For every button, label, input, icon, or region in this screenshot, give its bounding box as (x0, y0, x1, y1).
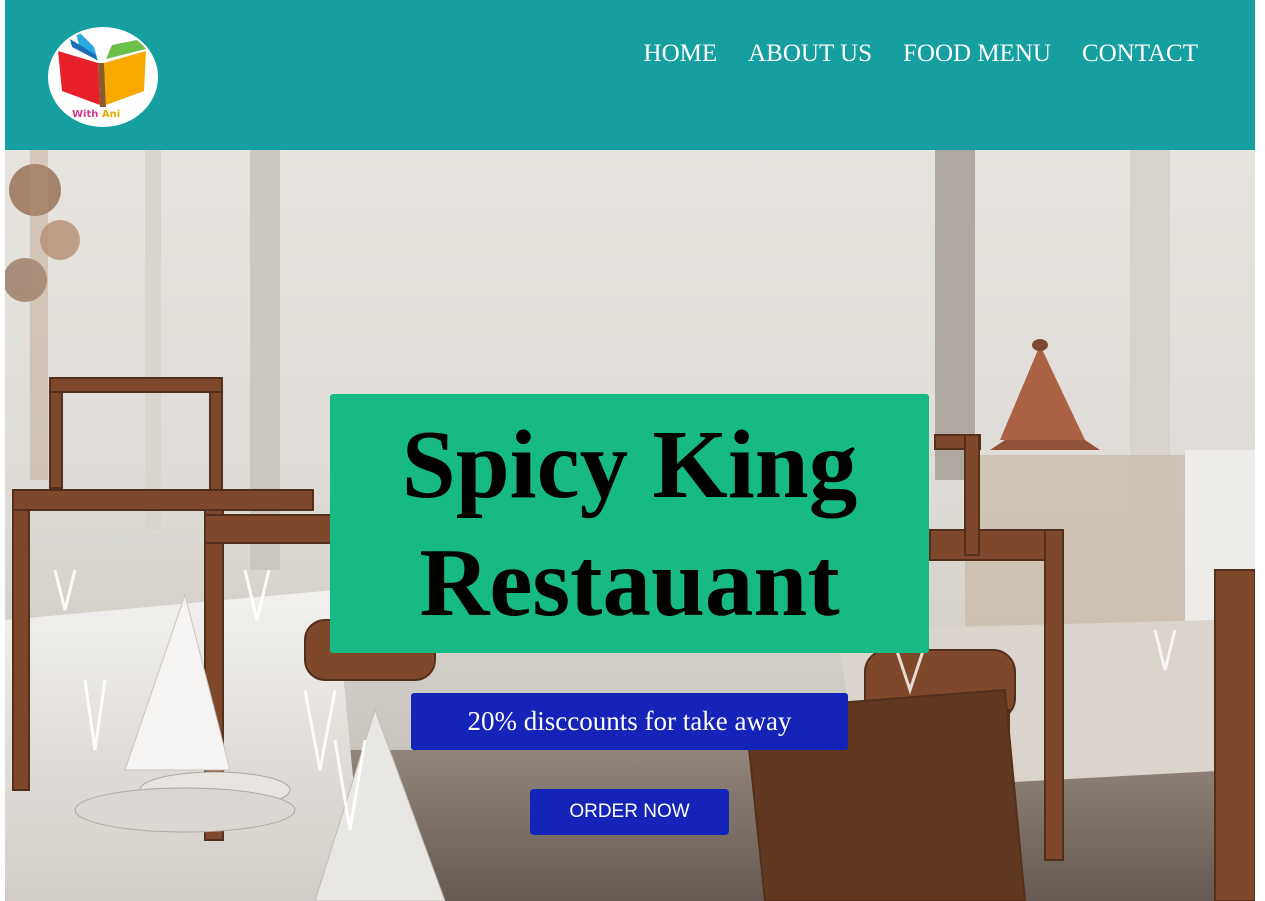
promo-banner: 20% disccounts for take away (411, 693, 848, 750)
page: With Ani HOME ABOUT US FOOD MENU CONTACT (5, 0, 1255, 901)
logo-text-main: With (72, 109, 102, 120)
logo-text-accent: Ani (101, 109, 121, 120)
order-now-button[interactable]: ORDER NOW (530, 789, 729, 835)
nav-food-menu[interactable]: FOOD MENU (903, 40, 1051, 68)
main-nav: HOME ABOUT US FOOD MENU CONTACT (644, 40, 1198, 68)
nav-contact[interactable]: CONTACT (1082, 40, 1198, 68)
restaurant-title-line-2: Restauant (419, 529, 840, 636)
nav-about-us[interactable]: ABOUT US (748, 40, 872, 68)
logo[interactable]: With Ani (48, 27, 158, 127)
hero-section: Spicy King Restauant 20% disccounts for … (5, 150, 1255, 901)
restaurant-title-line-1: Spicy King (401, 411, 858, 518)
title-box: Spicy King Restauant (330, 394, 929, 653)
logo-text: With Ani (72, 109, 120, 120)
site-header: With Ani HOME ABOUT US FOOD MENU CONTACT (5, 0, 1255, 150)
nav-home[interactable]: HOME (644, 40, 718, 68)
